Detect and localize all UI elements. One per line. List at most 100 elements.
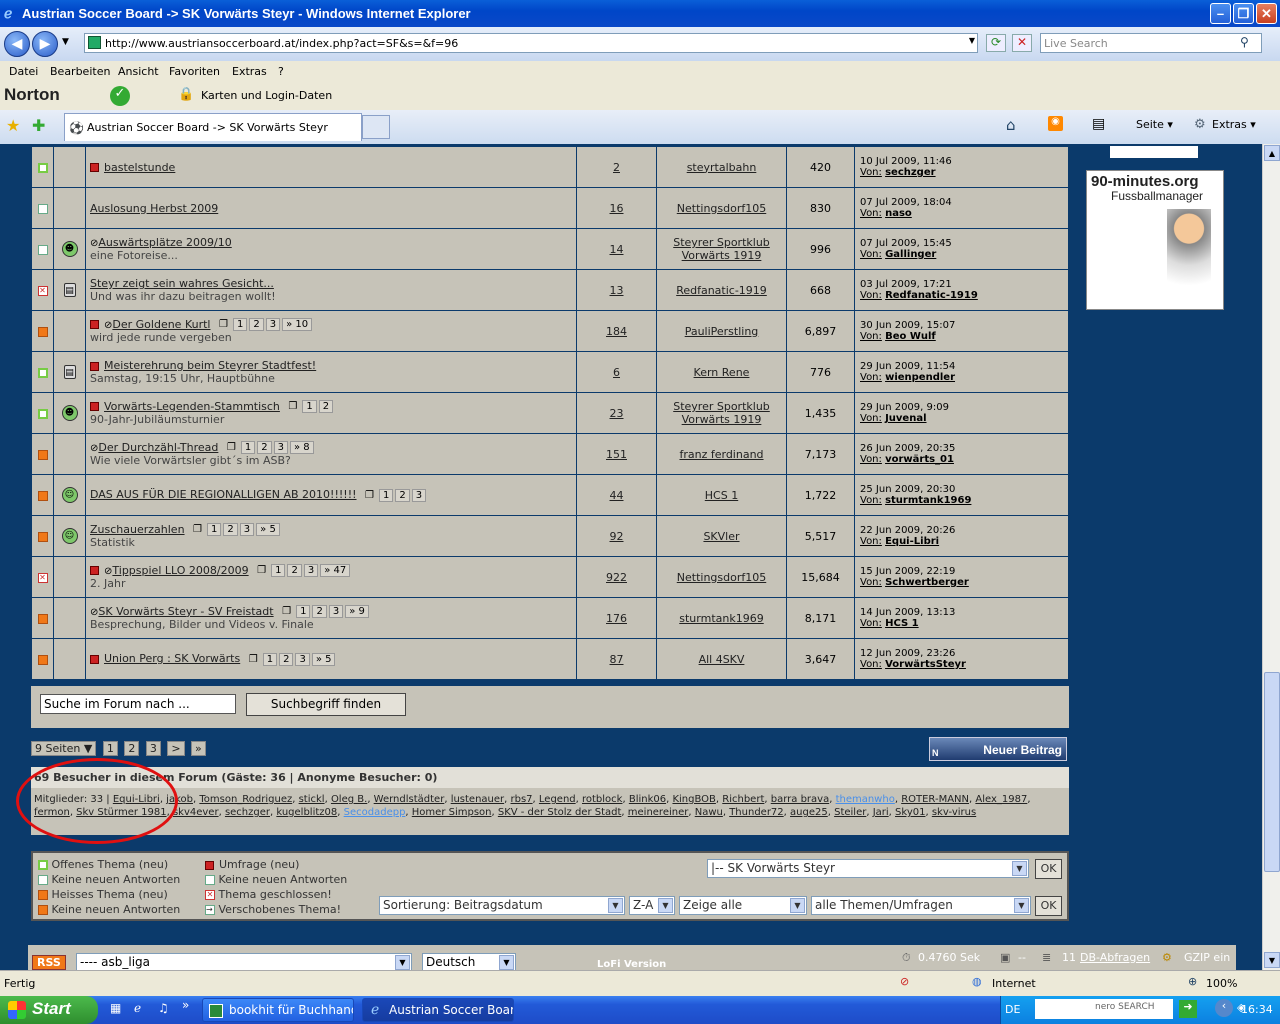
topic-page-link[interactable]: 1 [240, 441, 256, 455]
topic-title-link[interactable]: Der Goldene Kurtl [112, 318, 210, 331]
topic-page-link[interactable]: 2 [318, 400, 334, 414]
cards-login-button[interactable]: Karten und Login-Daten [201, 89, 332, 102]
input-language[interactable]: DE [1005, 1003, 1020, 1016]
topic-replies-link[interactable]: 176 [606, 612, 627, 625]
topic-title-link[interactable]: Steyr zeigt sein wahres Gesicht... [90, 277, 274, 290]
page-link-3[interactable]: 3 [145, 741, 161, 756]
member-link[interactable]: ROTER-MANN [901, 794, 969, 805]
forum-search-input[interactable]: Suche im Forum nach ... [40, 694, 236, 714]
favorites-star-icon[interactable]: ★ [6, 116, 20, 135]
live-search-input[interactable]: Live Search [1040, 33, 1262, 53]
member-link[interactable]: sechzger [225, 807, 270, 818]
topic-title-link[interactable]: Union Perg : SK Vorwärts [104, 652, 240, 665]
print-icon[interactable]: ▤ [1092, 116, 1105, 132]
last-post-user-link[interactable]: sturmtank1969 [885, 495, 971, 506]
topic-page-link[interactable]: 3 [265, 318, 281, 332]
close-button[interactable]: ✕ [1256, 3, 1277, 24]
topic-page-link[interactable]: » 47 [320, 564, 351, 578]
forum-jump-ok[interactable]: OK [1035, 859, 1062, 879]
tray-back-icon[interactable]: ‹ [1215, 999, 1233, 1017]
show-filter-select[interactable]: Zeige alle ▼ [679, 896, 807, 915]
topic-page-link[interactable]: » 8 [289, 441, 314, 455]
address-input[interactable]: http://www.austriansoccerboard.at/index.… [84, 33, 978, 53]
member-link[interactable]: Blink06 [629, 794, 666, 805]
topic-page-link[interactable]: » 5 [256, 523, 280, 537]
topic-replies-link[interactable]: 92 [610, 530, 624, 543]
topic-title-link[interactable]: Der Durchzähl-Thread [98, 441, 218, 454]
zoom-level[interactable]: 100% [1206, 977, 1237, 990]
topic-page-link[interactable]: 3 [239, 523, 255, 537]
topic-page-link[interactable]: » 9 [345, 605, 369, 619]
member-link[interactable]: Homer Simpson [412, 807, 492, 818]
topic-page-link[interactable]: 1 [271, 564, 286, 578]
topic-author-link[interactable]: steyrtalbahn [687, 161, 757, 174]
topic-replies-link[interactable]: 6 [613, 366, 620, 379]
back-button[interactable]: ◀ [4, 31, 30, 57]
topic-replies-link[interactable]: 2 [613, 161, 620, 174]
search-icon[interactable]: ⚲ [1240, 35, 1249, 49]
topic-page-link[interactable]: 2 [312, 605, 327, 619]
topic-title-link[interactable]: SK Vorwärts Steyr - SV Freistadt [98, 605, 273, 618]
topic-page-link[interactable]: 1 [262, 652, 278, 666]
norton-check-icon[interactable]: ✓ [110, 86, 130, 106]
last-post-user-link[interactable]: Gallinger [885, 249, 936, 260]
topic-author-link[interactable]: franz ferdinand [679, 448, 763, 461]
member-link[interactable]: barra brava [771, 794, 829, 805]
home-icon[interactable]: ⌂ [1006, 116, 1016, 134]
last-post-user-link[interactable]: wienpendler [885, 372, 955, 383]
forum-jump-select[interactable]: |-- SK Vorwärts Steyr ▼ [707, 859, 1029, 878]
member-link[interactable]: kugelblitz08 [276, 807, 337, 818]
quicklaunch-media-icon[interactable]: ♫ [158, 1001, 169, 1015]
topic-page-link[interactable]: 3 [411, 488, 427, 502]
topic-title-link[interactable]: Auslosung Herbst 2009 [90, 202, 218, 215]
nero-search-box[interactable]: nero SEARCH [1035, 999, 1173, 1019]
page-link-1[interactable]: 1 [102, 741, 118, 756]
member-link[interactable]: Jari [873, 807, 889, 818]
last-post-user-link[interactable]: Redfanatic-1919 [885, 290, 978, 301]
topic-page-link[interactable]: » 5 [311, 652, 336, 666]
page-scrollbar[interactable]: ▲ ▼ [1262, 144, 1280, 970]
taskbar-item-bookhit[interactable]: bookhit für Buchhandl... [202, 998, 354, 1022]
menu-ansicht[interactable]: Ansicht [118, 65, 159, 78]
fussballmanager-ad[interactable]: 90-minutes.org Fussballmanager [1086, 170, 1224, 310]
topic-page-link[interactable]: 1 [232, 318, 248, 332]
nero-go-icon[interactable]: ➜ [1179, 1000, 1197, 1018]
last-post-user-link[interactable]: HCS 1 [885, 618, 919, 629]
refresh-icon[interactable]: ⟳ [986, 34, 1006, 52]
last-post-user-link[interactable]: Equi-Libri [885, 536, 939, 547]
member-link[interactable]: skv-virus [932, 807, 976, 818]
topic-author-link[interactable]: Kern Rene [694, 366, 750, 379]
topic-replies-link[interactable]: 14 [610, 243, 624, 256]
quicklaunch-ie-icon[interactable]: ℯ [134, 1001, 141, 1015]
topic-replies-link[interactable]: 16 [610, 202, 624, 215]
last-page-link[interactable]: » [191, 741, 206, 756]
topic-author-link[interactable]: All 4SKV [699, 653, 745, 666]
member-link[interactable]: Steiler [834, 807, 866, 818]
rss-button[interactable]: RSS [32, 955, 66, 970]
start-button[interactable]: Start [0, 996, 98, 1024]
topic-page-link[interactable]: 3 [303, 564, 319, 578]
topic-author-link[interactable]: PauliPerstling [685, 325, 759, 338]
last-post-user-link[interactable]: Juvenal [885, 413, 926, 424]
topic-replies-link[interactable]: 87 [610, 653, 624, 666]
topic-author-link[interactable]: SKVler [703, 530, 739, 543]
member-link[interactable]: Richbert [722, 794, 764, 805]
sort-ok-button[interactable]: OK [1035, 896, 1062, 916]
member-link[interactable]: rbs7 [511, 794, 533, 805]
new-post-button[interactable]: N Neuer Beitrag [929, 737, 1067, 761]
topic-replies-link[interactable]: 922 [606, 571, 627, 584]
member-link[interactable]: stickl [299, 794, 325, 805]
topic-replies-link[interactable]: 23 [610, 407, 624, 420]
member-link[interactable]: auge25 [790, 807, 828, 818]
member-link[interactable]: Werndlstädter [374, 794, 445, 805]
topic-replies-link[interactable]: 44 [610, 489, 624, 502]
menu-bearbeiten[interactable]: Bearbeiten [50, 65, 110, 78]
topic-page-link[interactable]: » 10 [282, 318, 313, 332]
page-menu[interactable]: Seite ▾ [1136, 118, 1173, 131]
scroll-up-icon[interactable]: ▲ [1264, 145, 1280, 161]
topic-page-link[interactable]: 2 [279, 652, 294, 666]
topic-page-link[interactable]: 1 [296, 605, 311, 619]
history-dropdown-icon[interactable]: ▼ [62, 37, 69, 47]
page-link-2[interactable]: 2 [124, 741, 140, 756]
topic-title-link[interactable]: Meisterehrung beim Steyrer Stadtfest! [104, 359, 316, 372]
